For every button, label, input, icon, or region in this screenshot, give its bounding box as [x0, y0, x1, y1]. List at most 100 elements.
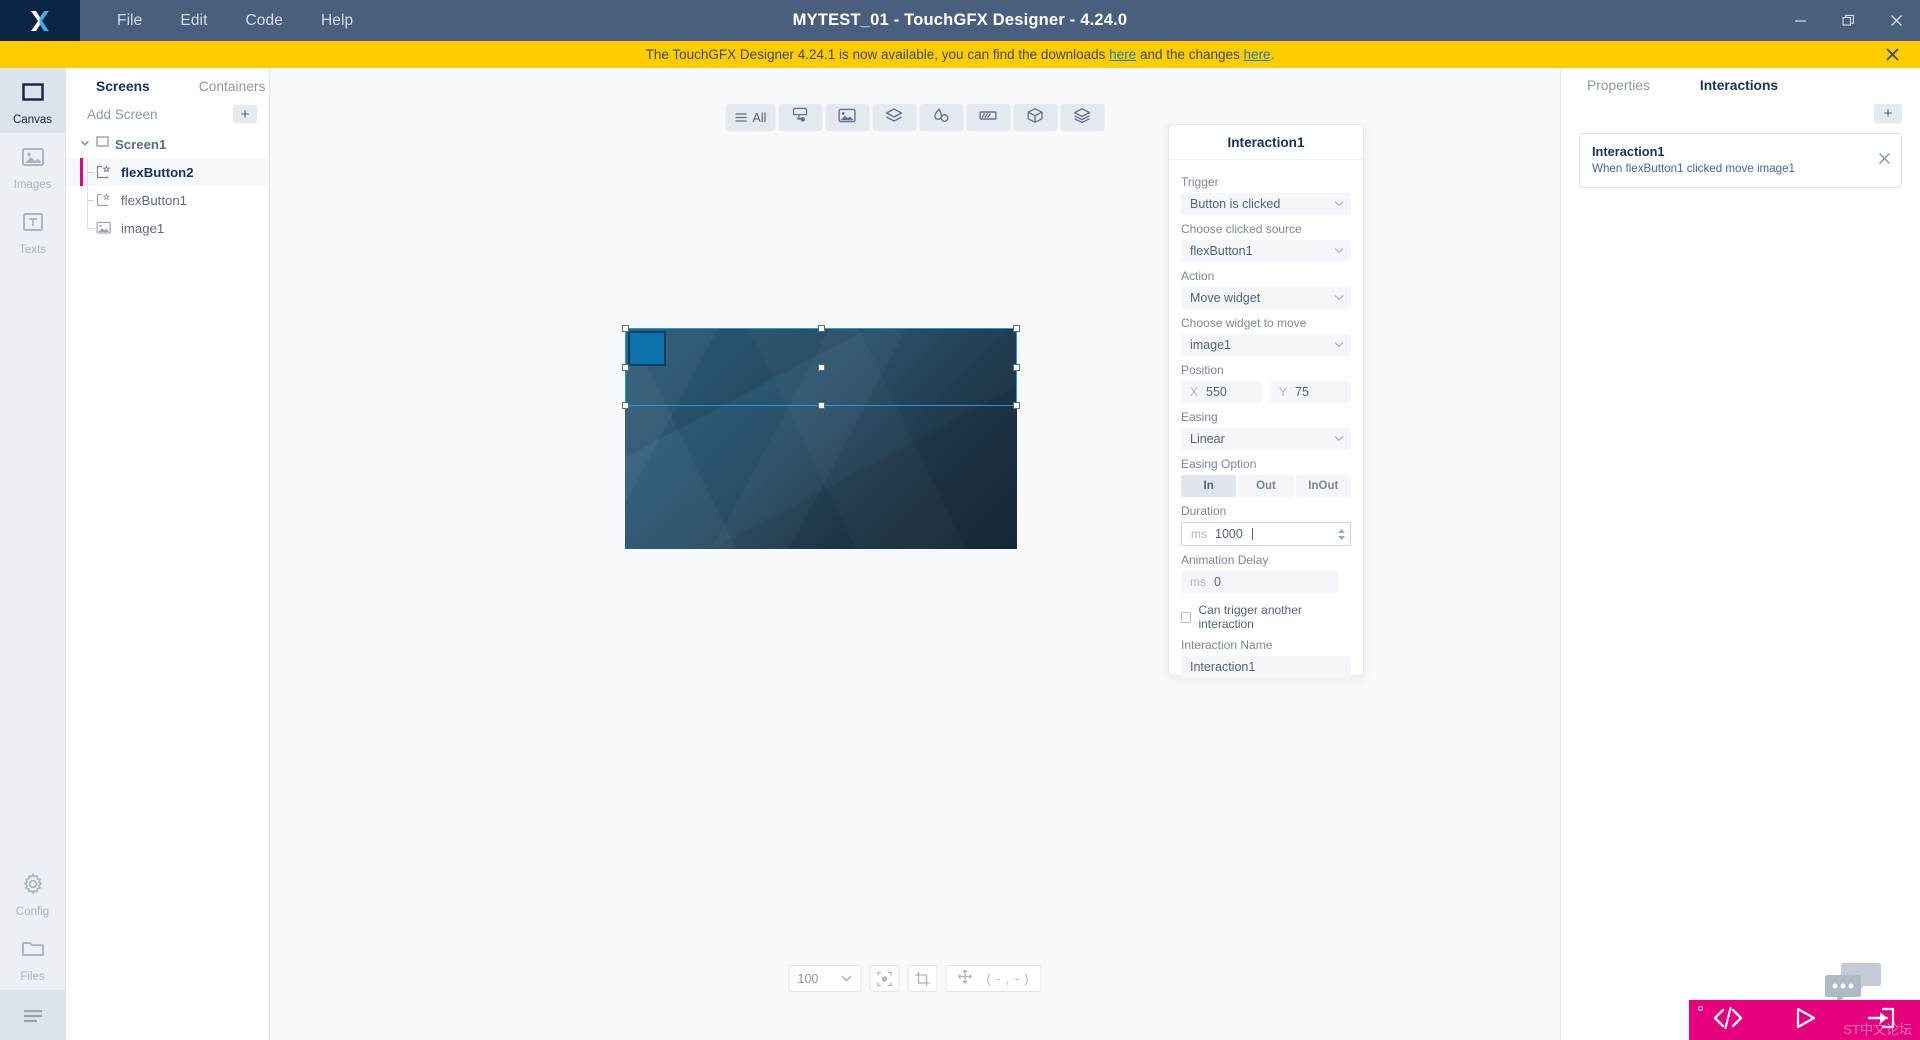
can-trigger-checkbox[interactable]: [1181, 611, 1192, 623]
tree-node-screen1[interactable]: Screen1: [66, 130, 269, 158]
resize-handle-ne[interactable]: [1013, 325, 1020, 332]
design-stage[interactable]: [622, 325, 1020, 549]
rail-item-config[interactable]: Config: [0, 860, 66, 925]
rail-item-texts[interactable]: Texts: [0, 198, 66, 263]
source-value: flexButton1: [1190, 244, 1253, 258]
interaction-editor-body: Trigger Button is clicked Choose clicked…: [1169, 160, 1363, 688]
chevron-down-icon[interactable]: [80, 138, 90, 150]
app-logo: [0, 0, 80, 41]
banner-changes-link[interactable]: here: [1244, 47, 1271, 62]
tree-guide-dash: [87, 172, 94, 173]
resize-handle-s[interactable]: [818, 402, 825, 409]
resize-handle-n[interactable]: [818, 325, 825, 332]
generate-code-button[interactable]: [1711, 1005, 1745, 1036]
resize-handle-nw[interactable]: [622, 325, 629, 332]
tab-interactions[interactable]: Interactions: [1700, 78, 1778, 93]
animation-delay-input[interactable]: ms 0: [1181, 571, 1339, 593]
tree-item-image1[interactable]: image1: [66, 214, 269, 242]
minimize-button[interactable]: [1776, 0, 1824, 41]
duration-unit: ms: [1191, 527, 1207, 541]
toolbar-buttons-category[interactable]: [778, 104, 823, 131]
run-simulator-button[interactable]: [1790, 1005, 1820, 1036]
add-screen-label[interactable]: Add Screen: [87, 107, 158, 122]
easing-option-out[interactable]: Out: [1238, 475, 1294, 497]
position-x-input[interactable]: X 550: [1181, 381, 1262, 403]
add-screen-button[interactable]: +: [233, 105, 257, 123]
images-picture-icon: [20, 144, 46, 175]
tree-item-flexbutton1[interactable]: flexButton1: [66, 186, 269, 214]
tree-node-label: Screen1: [115, 136, 167, 152]
duration-input[interactable]: ms 1000: [1181, 522, 1351, 546]
zoom-level-select[interactable]: 100: [788, 965, 862, 992]
tab-properties[interactable]: Properties: [1587, 78, 1650, 93]
tab-containers[interactable]: Containers: [191, 79, 274, 94]
shape-icon: [932, 107, 951, 129]
image-widget-icon: [838, 107, 857, 129]
resize-handle-se[interactable]: [1013, 402, 1020, 409]
position-y-input[interactable]: Y 75: [1270, 381, 1351, 403]
export-target-button[interactable]: [1865, 1005, 1897, 1036]
easing-option-inout[interactable]: InOut: [1295, 475, 1351, 497]
restore-button[interactable]: [1824, 0, 1872, 41]
toolbar-misc-category[interactable]: [1060, 104, 1105, 131]
toolbar-images-category[interactable]: [825, 104, 870, 131]
toolbar-filter-all[interactable]: All: [725, 104, 776, 131]
rail-item-images[interactable]: Images: [0, 133, 66, 198]
action-label: Action: [1181, 269, 1215, 283]
source-label: Choose clicked source: [1181, 222, 1302, 236]
move-handle-center[interactable]: [818, 364, 825, 371]
toolbar-progress-category[interactable]: [966, 104, 1011, 131]
right-properties-panel: Properties Interactions + Interaction1 W…: [1560, 68, 1920, 1040]
close-button[interactable]: [1872, 0, 1920, 41]
coordinates-value: ( - , - ): [986, 971, 1030, 986]
duration-stepper[interactable]: [1337, 528, 1346, 541]
widget-select[interactable]: image1: [1181, 334, 1351, 356]
action-select[interactable]: Move widget: [1181, 287, 1351, 309]
resize-handle-e[interactable]: [1013, 364, 1020, 371]
menu-code[interactable]: Code: [227, 8, 302, 34]
coordinates-display[interactable]: ( - , - ): [945, 965, 1042, 992]
rail-item-canvas[interactable]: Canvas: [0, 68, 66, 133]
easing-select[interactable]: Linear: [1181, 428, 1351, 450]
toolbar-shapes-category[interactable]: [919, 104, 964, 131]
toolbar-3d-category[interactable]: [1013, 104, 1058, 131]
easing-value: Linear: [1190, 432, 1225, 446]
menu-edit[interactable]: Edit: [161, 8, 226, 34]
hamburger-menu-icon[interactable]: [0, 990, 66, 1040]
tree-item-flexbutton2[interactable]: flexButton2: [66, 158, 269, 186]
folder-icon: [20, 936, 46, 967]
can-trigger-checkbox-row[interactable]: Can trigger another interaction: [1181, 603, 1351, 631]
interaction-name-input[interactable]: Interaction1: [1181, 656, 1351, 678]
interaction-editor-panel: Interaction1 Trigger Button is clicked C…: [1168, 124, 1364, 678]
source-select[interactable]: flexButton1: [1181, 240, 1351, 262]
export-arrow-icon: [1868, 1007, 1895, 1028]
resize-handle-sw[interactable]: [622, 402, 629, 409]
interaction-list-item[interactable]: Interaction1 When flexButton1 clicked mo…: [1579, 133, 1902, 188]
chevron-down-icon: [1334, 199, 1344, 209]
resize-handle-w[interactable]: [622, 364, 629, 371]
selection-rectangle[interactable]: [622, 325, 1020, 409]
interaction-item-description: When flexButton1 clicked move image1: [1592, 162, 1795, 175]
banner-text-middle: and the changes: [1136, 47, 1244, 62]
chevron-down-icon: [1334, 340, 1344, 350]
easing-option-in[interactable]: In: [1181, 475, 1237, 497]
banner-downloads-link[interactable]: here: [1109, 47, 1136, 62]
tab-screens[interactable]: Screens: [88, 79, 158, 94]
canvas-area[interactable]: All 100 (- , -): [270, 68, 1560, 1040]
crop-button[interactable]: [907, 965, 938, 992]
position-x-prefix: X: [1190, 385, 1199, 399]
toolbar-containers-category[interactable]: [872, 104, 917, 131]
banner-close-icon[interactable]: [1874, 41, 1910, 68]
button-widget-icon: [791, 107, 810, 129]
menu-help[interactable]: Help: [302, 8, 372, 34]
rail-item-files[interactable]: Files: [0, 925, 66, 990]
delete-interaction-icon[interactable]: [1878, 152, 1891, 168]
interaction-editor-title: Interaction1: [1169, 125, 1363, 160]
miscellaneous-layers-icon: [1073, 107, 1092, 129]
add-interaction-button[interactable]: +: [1874, 104, 1902, 123]
trigger-select[interactable]: Button is clicked: [1181, 193, 1351, 215]
chevron-down-icon: [1334, 293, 1344, 303]
zoom-value: 100: [797, 971, 819, 986]
fit-to-screen-button[interactable]: [869, 965, 900, 992]
menu-file[interactable]: File: [98, 8, 161, 34]
